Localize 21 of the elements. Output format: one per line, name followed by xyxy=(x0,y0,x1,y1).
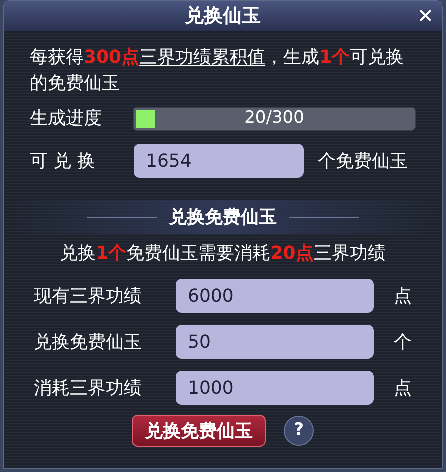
progress-reading: 20/300 xyxy=(244,108,306,130)
description-text: 每获得300点三界功绩累积值，生成1个可兑换的免费仙玉 xyxy=(30,46,406,96)
input-field[interactable]: 50 xyxy=(176,325,374,359)
window-title: 兑换仙玉 xyxy=(185,4,261,29)
exchange-button[interactable]: 兑换免费仙玉 xyxy=(132,415,266,447)
input-field[interactable]: 1654 xyxy=(134,144,304,178)
field-label: 现有三界功绩 xyxy=(34,284,143,308)
input-field[interactable]: 1000 xyxy=(176,371,374,405)
progress-label: 生成进度 xyxy=(30,107,103,131)
rule-text: 兑换1个免费仙玉需要消耗20点三界功绩 xyxy=(59,242,387,266)
input-field[interactable]: 6000 xyxy=(176,279,374,313)
available-label: 可 兑 换 xyxy=(30,150,96,174)
help-button[interactable]: ? xyxy=(284,416,314,446)
unit-label: 点 xyxy=(394,376,412,400)
field-label: 消耗三界功绩 xyxy=(34,376,143,400)
unit-label: 个 xyxy=(394,330,412,354)
unit-label: 个免费仙玉 xyxy=(318,150,408,174)
section-title: 兑换免费仙玉 xyxy=(169,206,277,230)
unit-label: 点 xyxy=(394,284,412,308)
field-label: 兑换免费仙玉 xyxy=(34,330,143,354)
close-button[interactable]: ✕ xyxy=(417,1,434,31)
